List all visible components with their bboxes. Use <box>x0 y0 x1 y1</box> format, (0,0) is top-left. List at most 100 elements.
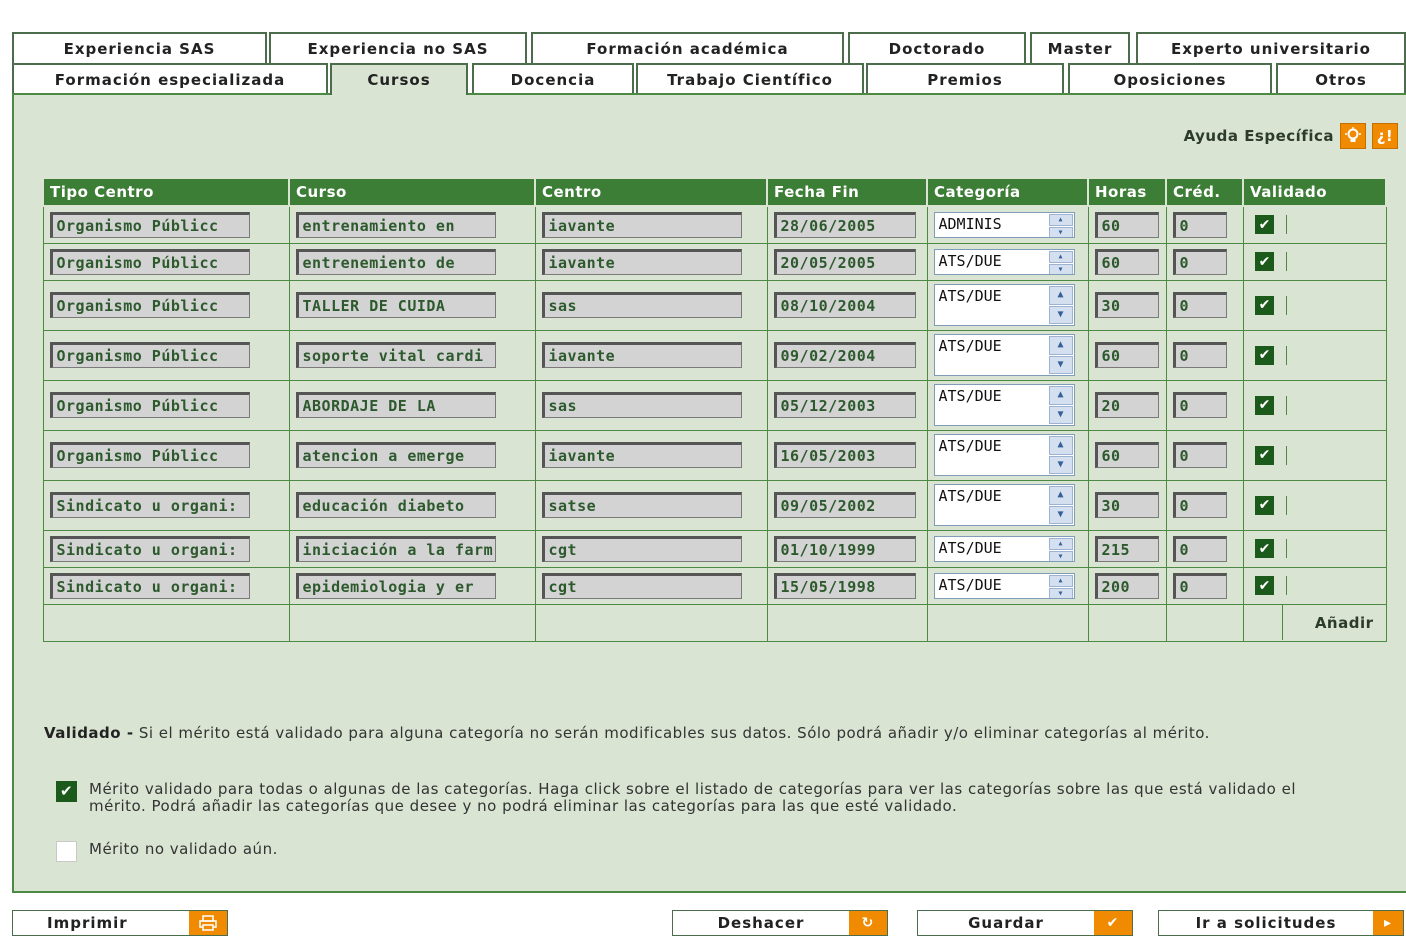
spin-up-icon[interactable]: ▲ <box>1048 386 1073 405</box>
tab-master[interactable]: Master <box>1030 32 1130 63</box>
tab-doctorado[interactable]: Doctorado <box>848 32 1026 63</box>
tab-formacion-academica[interactable]: Formación académica <box>531 32 844 63</box>
curso-field[interactable]: entrenemiento de <box>295 248 496 275</box>
tipo-centro-field[interactable]: Organismo Públicc <box>49 342 250 368</box>
curso-field[interactable]: soporte vital cardi <box>295 342 496 368</box>
spin-down-icon[interactable]: ▾ <box>1048 226 1073 237</box>
categoria-list[interactable]: ATS/DUE ▲ ▼ <box>933 384 1075 426</box>
fecha-fin-field[interactable]: 15/05/1998 <box>773 572 916 599</box>
tipo-centro-field[interactable]: Organismo Públicc <box>49 392 250 418</box>
tipo-centro-field[interactable]: Sindicato u organi: <box>49 535 250 562</box>
categoria-list[interactable]: ATS/DUE ▲ ▼ <box>933 434 1075 476</box>
spin-down-icon[interactable]: ▼ <box>1048 505 1073 524</box>
cred-field[interactable]: 0 <box>1172 535 1227 562</box>
lightbulb-icon[interactable] <box>1340 123 1366 149</box>
fecha-fin-field[interactable]: 20/05/2005 <box>773 248 916 275</box>
horas-field[interactable]: 20 <box>1094 392 1159 418</box>
spin-down-icon[interactable]: ▼ <box>1048 305 1073 324</box>
curso-field[interactable]: ABORDAJE DE LA <box>295 392 496 418</box>
tipo-centro-field[interactable]: Organismo Públicc <box>49 248 250 275</box>
horas-field[interactable]: 200 <box>1094 572 1159 599</box>
centro-field[interactable]: iavante <box>541 442 742 468</box>
cred-field[interactable]: 0 <box>1172 442 1227 468</box>
fecha-fin-field[interactable]: 05/12/2003 <box>773 392 916 418</box>
spin-down-icon[interactable]: ▾ <box>1048 587 1073 598</box>
horas-field[interactable]: 60 <box>1094 442 1159 468</box>
categoria-list[interactable]: ATS/DUE ▴ ▾ <box>933 535 1075 562</box>
horas-field[interactable]: 60 <box>1094 248 1159 275</box>
categoria-list[interactable]: ATS/DUE ▴ ▾ <box>933 248 1075 275</box>
curso-field[interactable]: atencion a emerge <box>295 442 496 468</box>
horas-field[interactable]: 30 <box>1094 292 1159 318</box>
spin-down-icon[interactable]: ▾ <box>1048 550 1073 561</box>
tipo-centro-field[interactable]: Sindicato u organi: <box>49 572 250 599</box>
tipo-centro-field[interactable]: Organismo Públicc <box>49 211 250 238</box>
fecha-fin-field[interactable]: 01/10/1999 <box>773 535 916 562</box>
spin-down-icon[interactable]: ▼ <box>1048 405 1073 424</box>
centro-field[interactable]: sas <box>541 392 742 418</box>
centro-field[interactable]: iavante <box>541 248 742 275</box>
add-link[interactable]: Añadir <box>1283 605 1386 640</box>
tab-oposiciones[interactable]: Oposiciones <box>1068 63 1272 94</box>
categoria-list[interactable]: ATS/DUE ▲ ▼ <box>933 484 1075 526</box>
tab-premios[interactable]: Premios <box>866 63 1064 94</box>
go-to-requests-button[interactable]: Ir a solicitudes ▸ <box>1158 910 1404 936</box>
cred-field[interactable]: 0 <box>1172 211 1227 238</box>
horas-field[interactable]: 30 <box>1094 492 1159 518</box>
save-button[interactable]: Guardar ✔ <box>917 910 1133 936</box>
cred-field[interactable]: 0 <box>1172 392 1227 418</box>
cred-field[interactable]: 0 <box>1172 342 1227 368</box>
cred-field[interactable]: 0 <box>1172 248 1227 275</box>
tab-otros[interactable]: Otros <box>1276 63 1406 94</box>
fecha-fin-field[interactable]: 09/02/2004 <box>773 342 916 368</box>
spin-up-icon[interactable]: ▲ <box>1048 336 1073 355</box>
spin-down-icon[interactable]: ▾ <box>1048 263 1073 274</box>
centro-field[interactable]: iavante <box>541 342 742 368</box>
tab-docencia[interactable]: Docencia <box>472 63 634 94</box>
cred-field[interactable]: 0 <box>1172 572 1227 599</box>
tab-experiencia-sas[interactable]: Experiencia SAS <box>12 32 267 63</box>
horas-field[interactable]: 215 <box>1094 535 1159 562</box>
centro-field[interactable]: sas <box>541 292 742 318</box>
categoria-list[interactable]: ATS/DUE ▴ ▾ <box>933 572 1075 599</box>
categoria-list[interactable]: ADMINIS ▴ ▾ <box>933 211 1075 238</box>
tipo-centro-field[interactable]: Organismo Públicc <box>49 442 250 468</box>
fecha-fin-field[interactable]: 09/05/2002 <box>773 492 916 518</box>
categoria-list[interactable]: ATS/DUE ▲ ▼ <box>933 284 1075 326</box>
tab-experiencia-no-sas[interactable]: Experiencia no SAS <box>269 32 527 63</box>
curso-field[interactable]: TALLER DE CUIDA <box>295 292 496 318</box>
centro-field[interactable]: cgt <box>541 535 742 562</box>
tab-cursos[interactable]: Cursos <box>330 63 468 95</box>
fecha-fin-field[interactable]: 28/06/2005 <box>773 211 916 238</box>
tab-formacion-especializada[interactable]: Formación especializada <box>12 63 328 94</box>
print-button[interactable]: Imprimir <box>12 910 228 936</box>
curso-field[interactable]: educación diabeto <box>295 492 496 518</box>
centro-field[interactable]: satse <box>541 492 742 518</box>
tab-experto-universitario[interactable]: Experto universitario <box>1136 32 1406 63</box>
spin-up-icon[interactable]: ▴ <box>1048 250 1073 263</box>
categoria-list[interactable]: ATS/DUE ▲ ▼ <box>933 334 1075 376</box>
cred-field[interactable]: 0 <box>1172 292 1227 318</box>
spin-up-icon[interactable]: ▲ <box>1048 486 1073 505</box>
fecha-fin-field[interactable]: 16/05/2003 <box>773 442 916 468</box>
tipo-centro-field[interactable]: Sindicato u organi: <box>49 492 250 518</box>
fecha-fin-field[interactable]: 08/10/2004 <box>773 292 916 318</box>
horas-field[interactable]: 60 <box>1094 211 1159 238</box>
centro-field[interactable]: cgt <box>541 572 742 599</box>
centro-field[interactable]: iavante <box>541 211 742 238</box>
curso-field[interactable]: iniciación a la farm <box>295 535 496 562</box>
spin-up-icon[interactable]: ▲ <box>1048 286 1073 305</box>
spin-down-icon[interactable]: ▼ <box>1048 455 1073 474</box>
undo-button[interactable]: Deshacer ↻ <box>672 910 888 936</box>
spin-up-icon[interactable]: ▴ <box>1048 537 1073 550</box>
spin-up-icon[interactable]: ▴ <box>1048 213 1073 226</box>
spin-up-icon[interactable]: ▲ <box>1048 436 1073 455</box>
curso-field[interactable]: entrenamiento en <box>295 211 496 238</box>
curso-field[interactable]: epidemiologia y er <box>295 572 496 599</box>
spin-up-icon[interactable]: ▴ <box>1048 574 1073 587</box>
spin-down-icon[interactable]: ▼ <box>1048 355 1073 374</box>
cred-field[interactable]: 0 <box>1172 492 1227 518</box>
tipo-centro-field[interactable]: Organismo Públicc <box>49 292 250 318</box>
info-icon[interactable]: ¿! <box>1372 123 1398 149</box>
horas-field[interactable]: 60 <box>1094 342 1159 368</box>
